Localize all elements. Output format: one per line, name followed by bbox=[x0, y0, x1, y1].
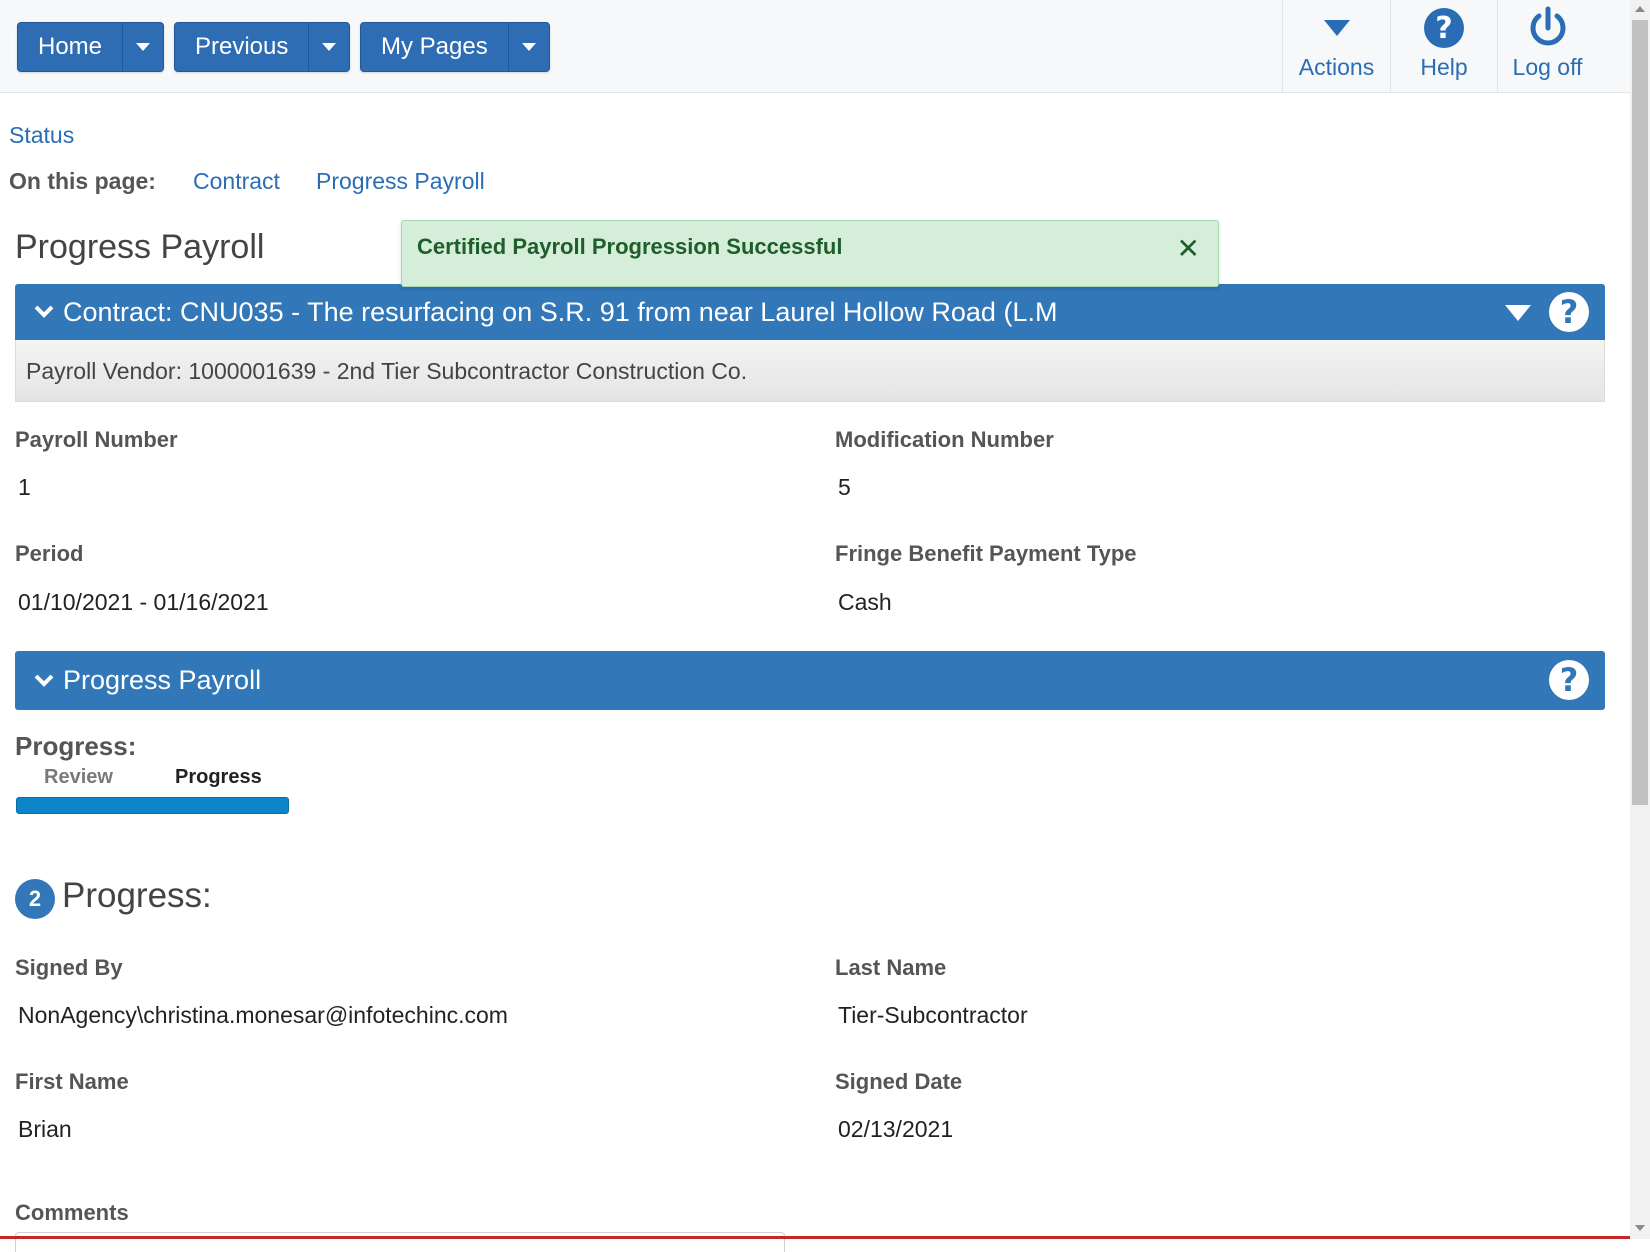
first-name-value: Brian bbox=[18, 1116, 72, 1142]
my-pages-dropdown-toggle[interactable] bbox=[509, 23, 549, 71]
fringe-benefit-value: Cash bbox=[838, 589, 892, 615]
page-scrollbar[interactable] bbox=[1630, 0, 1650, 1239]
progress-payroll-panel-title: Progress Payroll bbox=[63, 665, 262, 695]
chevron-down-icon bbox=[521, 43, 536, 51]
scrollbar-thumb[interactable] bbox=[1632, 20, 1648, 805]
chevron-down-icon bbox=[136, 43, 151, 51]
power-icon bbox=[1527, 0, 1569, 52]
signed-by-value: NonAgency\christina.monesar@infotechinc.… bbox=[18, 1002, 508, 1028]
home-button-group: Home bbox=[17, 22, 165, 72]
success-toast: Certified Payroll Progression Successful… bbox=[401, 220, 1219, 287]
page-title: Progress Payroll bbox=[15, 228, 265, 266]
payroll-vendor-bar: Payroll Vendor: 1000001639 - 2nd Tier Su… bbox=[15, 340, 1605, 402]
payroll-number-label: Payroll Number bbox=[15, 427, 178, 452]
contract-help-icon[interactable]: ? bbox=[1549, 292, 1589, 332]
scroll-up-arrow-icon[interactable] bbox=[1635, 6, 1645, 12]
actions-menu[interactable]: Actions bbox=[1282, 0, 1390, 93]
my-pages-button-group: My Pages bbox=[360, 22, 550, 72]
top-toolbar: Home Previous My Pages Actions ? Help Lo… bbox=[0, 0, 1630, 93]
close-icon[interactable]: ✕ bbox=[1177, 235, 1200, 263]
contract-panel-header[interactable]: Contract: CNU035 - The resurfacing on S.… bbox=[15, 284, 1605, 340]
period-label: Period bbox=[15, 541, 84, 566]
svg-text:?: ? bbox=[1435, 11, 1452, 46]
signed-date-label: Signed Date bbox=[835, 1069, 963, 1094]
chevron-down-icon bbox=[33, 667, 55, 698]
on-this-page-label: On this page: bbox=[9, 168, 156, 194]
actions-label: Actions bbox=[1298, 54, 1375, 80]
section-title: Progress: bbox=[62, 876, 212, 915]
period-value: 01/10/2021 - 01/16/2021 bbox=[18, 589, 269, 615]
modification-number-value: 5 bbox=[838, 474, 851, 500]
chevron-down-icon bbox=[322, 43, 337, 51]
help-label: Help bbox=[1420, 54, 1468, 80]
contract-panel-title: Contract: CNU035 - The resurfacing on S.… bbox=[63, 297, 1058, 327]
toast-message: Certified Payroll Progression Successful bbox=[417, 234, 843, 259]
home-dropdown-toggle[interactable] bbox=[123, 23, 163, 71]
previous-button-group: Previous bbox=[174, 22, 351, 72]
progress-bar bbox=[16, 797, 289, 814]
fringe-benefit-label: Fringe Benefit Payment Type bbox=[835, 541, 1137, 566]
chevron-down-icon bbox=[33, 298, 55, 329]
last-name-label: Last Name bbox=[835, 955, 947, 980]
progress-payroll-help-icon[interactable]: ? bbox=[1549, 660, 1589, 700]
my-pages-button[interactable]: My Pages bbox=[361, 23, 509, 71]
progress-label: Progress: bbox=[15, 731, 137, 761]
section-number-badge: 2 bbox=[15, 879, 55, 919]
help-menu[interactable]: ? Help bbox=[1390, 0, 1497, 93]
contract-anchor-link[interactable]: Contract bbox=[193, 168, 280, 195]
payroll-number-value: 1 bbox=[18, 474, 31, 500]
first-name-label: First Name bbox=[15, 1069, 129, 1094]
signed-by-label: Signed By bbox=[15, 955, 123, 980]
status-link[interactable]: Status bbox=[9, 122, 74, 149]
help-icon: ? bbox=[1423, 0, 1465, 52]
log-off-label: Log off bbox=[1512, 54, 1583, 80]
actions-caret-icon bbox=[1323, 0, 1351, 52]
last-name-value: Tier-Subcontractor bbox=[838, 1002, 1028, 1028]
progress-payroll-panel-header[interactable]: Progress Payroll ? bbox=[15, 651, 1605, 710]
step-progress[interactable]: Progress bbox=[175, 766, 262, 789]
step-review[interactable]: Review bbox=[44, 766, 113, 789]
previous-dropdown-toggle[interactable] bbox=[309, 23, 349, 71]
previous-button[interactable]: Previous bbox=[175, 23, 310, 71]
log-off-button[interactable]: Log off bbox=[1497, 0, 1597, 93]
modification-number-label: Modification Number bbox=[835, 427, 1054, 452]
progress-payroll-anchor-link[interactable]: Progress Payroll bbox=[316, 168, 485, 195]
payroll-vendor-text: Payroll Vendor: 1000001639 - 2nd Tier Su… bbox=[26, 358, 748, 384]
scroll-down-arrow-icon[interactable] bbox=[1635, 1225, 1645, 1231]
comments-label: Comments bbox=[15, 1200, 129, 1225]
comments-textarea[interactable] bbox=[15, 1232, 785, 1252]
panel-menu-caret-icon[interactable] bbox=[1504, 304, 1532, 327]
home-button[interactable]: Home bbox=[18, 23, 124, 71]
signed-date-value: 02/13/2021 bbox=[838, 1116, 954, 1142]
